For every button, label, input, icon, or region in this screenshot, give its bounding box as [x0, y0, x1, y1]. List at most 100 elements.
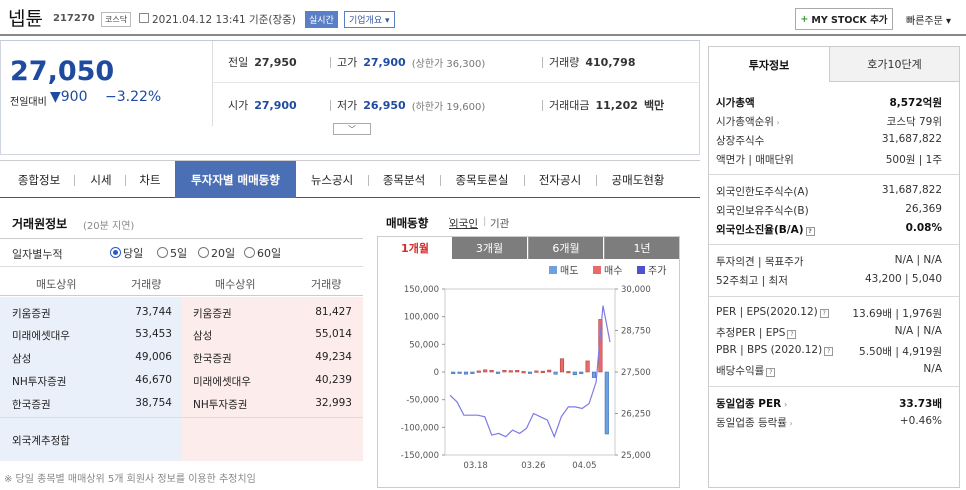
- buy-broker: 키움증권: [193, 308, 232, 320]
- tab-news[interactable]: 뉴스공시: [299, 161, 365, 198]
- add-mystock-button[interactable]: + MY STOCK 추가: [795, 8, 893, 30]
- tab-invest-info[interactable]: 투자정보: [709, 47, 829, 82]
- period-tab-6m[interactable]: 6개월: [528, 237, 603, 259]
- high-price: 고가 27,900 (상한가 36,300): [330, 54, 485, 70]
- buy-broker: 삼성: [193, 330, 213, 342]
- sell-bar: [553, 371, 558, 375]
- x-tick-label: 03.18: [463, 461, 487, 471]
- prev-close: 전일 27,950: [228, 55, 297, 70]
- divider: [0, 417, 363, 418]
- market-cap-rank-label[interactable]: 시가총액순위 ›: [716, 114, 780, 129]
- chart-legend: 매도 매수 주가: [549, 265, 666, 277]
- sell-bar: [591, 371, 597, 378]
- sector-per-value: 33.73배: [899, 398, 942, 410]
- quick-order-button[interactable]: 빠른주문 ▾: [906, 12, 951, 27]
- divider: [212, 41, 213, 126]
- sector-change-label[interactable]: 동일업종 등락률 ›: [716, 415, 793, 430]
- y-right-tick-label: 26,250: [621, 410, 651, 420]
- tab-analysis[interactable]: 종목분석: [371, 161, 437, 198]
- foreign-filter-link[interactable]: 외국인: [449, 216, 478, 231]
- tab-short-selling[interactable]: 공매도현황: [599, 161, 677, 198]
- foreign-limit-label: 외국인한도주식수(A): [716, 186, 809, 198]
- buy-bar: [483, 369, 488, 373]
- divider: |: [483, 216, 487, 227]
- sector-change-value: +0.46%: [899, 415, 942, 427]
- sell-bar: [463, 371, 469, 375]
- stock-name: 넵튠: [8, 8, 43, 30]
- period-60d-radio[interactable]: 60일: [244, 245, 281, 261]
- y-right-tick-label: 28,750: [621, 327, 651, 337]
- sector-per-label[interactable]: 동일업종 PER ›: [716, 396, 787, 411]
- help-icon[interactable]: ?: [824, 347, 834, 356]
- trade-trend-title: 매매동향: [386, 216, 429, 230]
- help-icon[interactable]: ?: [819, 309, 829, 318]
- buy-volume: 49,234: [315, 351, 352, 363]
- realtime-badge[interactable]: 실시간: [305, 11, 338, 28]
- period-tab-1y[interactable]: 1년: [604, 237, 679, 259]
- y-left-tick-label: 50,000: [409, 340, 439, 350]
- sell-volume: 38,754: [135, 397, 172, 409]
- period-tab-1m[interactable]: 1개월: [378, 237, 452, 259]
- x-tick-label: 04.05: [572, 461, 596, 471]
- period-20d-radio[interactable]: 20일: [198, 245, 235, 261]
- expand-button[interactable]: ﹀: [333, 123, 371, 135]
- period-today-radio[interactable]: 당일: [110, 245, 143, 261]
- y-left-tick-label: 100,000: [404, 313, 439, 323]
- buy-volume: 55,014: [315, 328, 352, 340]
- market-tag: 코스닥: [101, 12, 132, 27]
- period-tab-3m[interactable]: 3개월: [452, 237, 527, 259]
- buy-bar: [515, 370, 520, 373]
- period-label: 일자별누적: [12, 248, 63, 261]
- dividend-label: 배당수익률?: [716, 363, 776, 378]
- tab-investor-trend[interactable]: 투자자별 매매동향: [175, 161, 296, 198]
- buy-bar: [476, 370, 481, 373]
- y-right-tick-label: 25,000: [621, 451, 651, 461]
- help-icon[interactable]: ?: [766, 368, 776, 377]
- foreign-limit-value: 31,687,822: [881, 184, 942, 196]
- trade-trend-chart: 매도 매수 주가 150,000 100,000 50,000 0 -50,000 -10…: [401, 265, 667, 471]
- y-left-tick-label: -50,000: [406, 396, 439, 406]
- tab-discussion[interactable]: 종목토론실: [443, 161, 521, 198]
- help-icon[interactable]: ?: [787, 330, 797, 339]
- company-overview-button[interactable]: 기업개요 ▾: [344, 11, 395, 28]
- legend-buy: 매수: [604, 265, 622, 277]
- legend-price-swatch: [637, 266, 645, 274]
- plus-icon: +: [800, 13, 809, 25]
- help-icon[interactable]: ?: [805, 227, 815, 236]
- foreign-rate-value: 0.08%: [905, 222, 942, 234]
- open-price: 시가 27,900: [228, 98, 297, 113]
- broker-delay-note: (20분 지연): [83, 221, 135, 232]
- buy-bar: [540, 370, 545, 373]
- trade-amount: 거래대금 11,202 백만: [542, 97, 664, 113]
- sell-bar: [451, 371, 456, 374]
- tab-orderbook-10[interactable]: 호가10단계: [829, 47, 959, 82]
- tab-overview[interactable]: 종합정보: [6, 161, 72, 198]
- institution-filter-link[interactable]: 기관: [490, 216, 509, 231]
- foreign-holding-value: 26,369: [905, 203, 942, 215]
- current-price: 27,050: [10, 56, 115, 87]
- add-mystock-label: MY STOCK 추가: [811, 15, 888, 26]
- sell-bar: [579, 371, 584, 374]
- buy-bar: [489, 370, 494, 373]
- divider: [709, 296, 959, 297]
- sell-broker: 미래에셋대우: [12, 330, 70, 342]
- col-buy-top: 매수상위: [215, 278, 256, 291]
- period-5d-radio[interactable]: 5일: [157, 245, 187, 261]
- sell-volume: 73,744: [135, 306, 172, 318]
- listed-shares-value: 31,687,822: [881, 133, 942, 145]
- foreign-sum-label: 외국계추정합: [12, 435, 70, 447]
- divider: [709, 244, 959, 245]
- opinion-label: 투자의견 | 목표주가: [716, 256, 804, 268]
- divider: [709, 386, 959, 387]
- tab-disclosure[interactable]: 전자공시: [527, 161, 593, 198]
- tab-chart[interactable]: 차트: [128, 161, 172, 198]
- price-change-rate: −3.22%: [105, 89, 162, 105]
- chevron-right-icon: ›: [773, 118, 780, 127]
- tab-price[interactable]: 시세: [78, 161, 124, 198]
- week52-value: 43,200 | 5,040: [864, 273, 942, 285]
- par-value-label: 액면가 | 매매단위: [716, 154, 794, 166]
- chevron-right-icon: ›: [781, 400, 788, 409]
- sell-bar: [527, 371, 533, 374]
- sell-volume: 46,670: [135, 374, 172, 386]
- buy-volume: 40,239: [315, 374, 352, 386]
